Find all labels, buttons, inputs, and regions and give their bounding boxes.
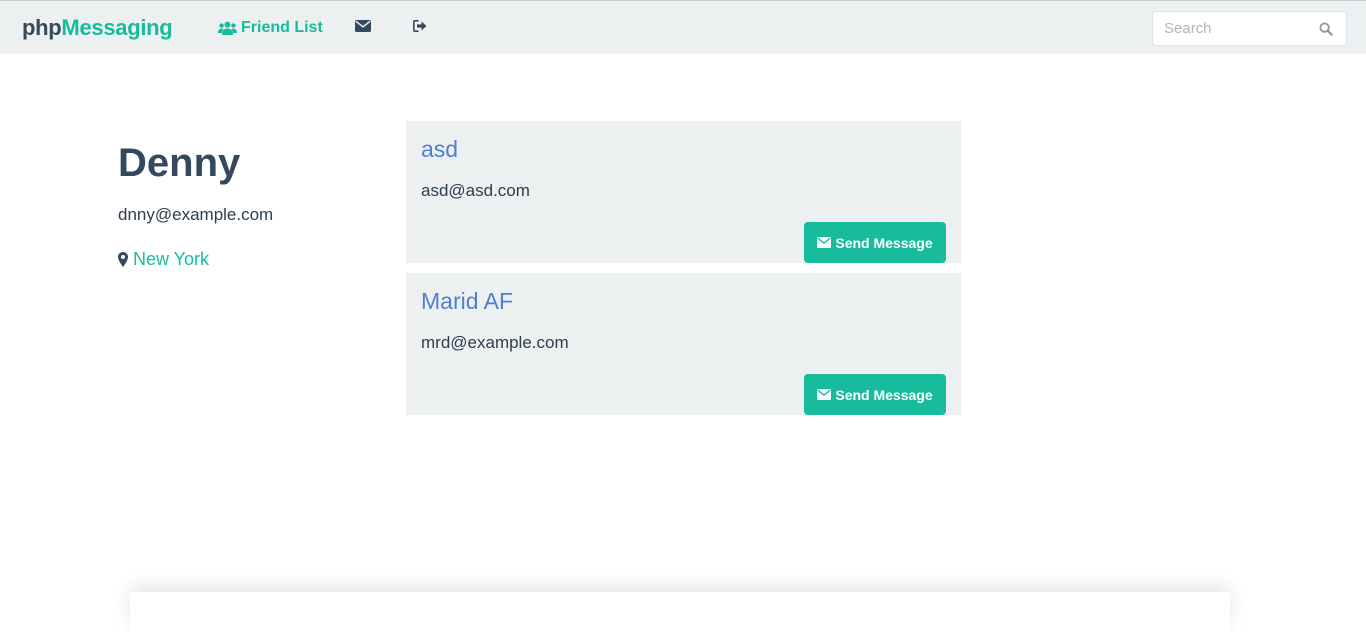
envelope-icon — [817, 237, 832, 248]
top-navbar: phpMessaging Friend List — [0, 0, 1366, 54]
profile-location-label: New York — [133, 249, 210, 269]
friend-name[interactable]: Marid AF — [421, 287, 513, 315]
map-marker-icon — [118, 251, 128, 267]
nav-logout-link[interactable] — [413, 17, 427, 39]
envelope-icon — [355, 19, 371, 37]
friend-email: asd@asd.com — [421, 181, 530, 200]
brand-logo[interactable]: phpMessaging — [22, 14, 173, 42]
send-message-button[interactable]: Send Message — [804, 374, 946, 415]
friend-email: mrd@example.com — [421, 333, 569, 352]
envelope-icon — [817, 389, 832, 400]
friend-list-label: Friend List — [241, 19, 323, 36]
search-icon[interactable] — [1319, 22, 1333, 36]
nav-messages-link[interactable] — [355, 17, 371, 39]
profile-name: Denny — [118, 141, 241, 185]
friend-name[interactable]: asd — [421, 135, 458, 163]
users-icon — [218, 21, 237, 35]
send-message-button[interactable]: Send Message — [804, 222, 946, 263]
brand-prefix: php — [22, 15, 62, 40]
search-box — [1152, 11, 1347, 46]
send-message-label: Send Message — [835, 386, 933, 403]
profile-location[interactable]: New York — [118, 249, 209, 269]
friend-card: Marid AF mrd@example.com Send Message — [406, 273, 961, 415]
send-message-label: Send Message — [835, 234, 933, 251]
search-input[interactable] — [1153, 12, 1313, 45]
sign-out-icon — [413, 19, 427, 37]
footer-shadow — [130, 592, 1230, 632]
brand-suffix: Messaging — [61, 15, 173, 40]
profile-email: dnny@example.com — [118, 205, 274, 224]
nav-friend-list-link[interactable]: Friend List — [218, 17, 323, 39]
friend-card: asd asd@asd.com Send Message — [406, 121, 961, 263]
